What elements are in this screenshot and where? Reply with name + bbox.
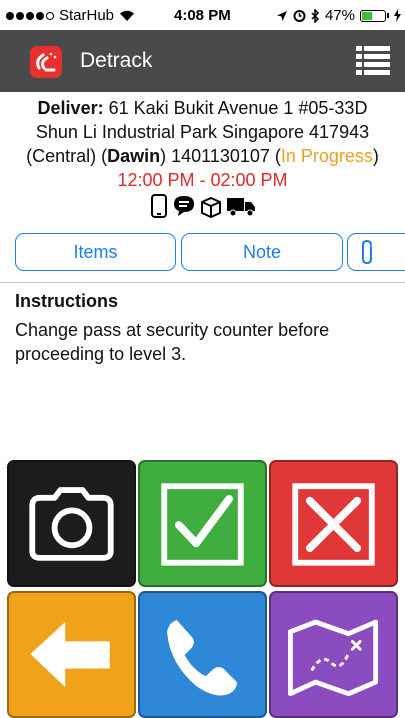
list-menu-icon[interactable] bbox=[356, 46, 390, 76]
camera-icon bbox=[29, 487, 114, 561]
map-icon bbox=[287, 619, 379, 697]
camera-tile[interactable] bbox=[7, 460, 136, 587]
action-tiles bbox=[0, 458, 405, 718]
fail-tile[interactable] bbox=[269, 460, 398, 587]
chat-icon bbox=[173, 196, 194, 216]
map-tile[interactable] bbox=[269, 591, 398, 718]
signal-icon bbox=[6, 11, 54, 20]
detrack-logo-icon bbox=[30, 46, 62, 78]
cross-icon bbox=[292, 483, 375, 566]
package-icon bbox=[200, 197, 221, 218]
delivery-address: 61 Kaki Bukit Avenue 1 #05-33D bbox=[103, 98, 368, 118]
charging-icon bbox=[394, 9, 401, 22]
items-label: Items bbox=[73, 242, 118, 262]
driver-name: Dawin bbox=[107, 146, 161, 166]
call-tile[interactable] bbox=[138, 591, 267, 718]
carrier-group: StarHub bbox=[6, 7, 135, 24]
action-row: Items Note bbox=[0, 233, 405, 273]
status-close: ) bbox=[372, 146, 379, 166]
address-line-1: Deliver: 61 Kaki Bukit Avenue 1 #05-33D bbox=[0, 96, 405, 120]
instructions-title: Instructions bbox=[15, 291, 119, 311]
note-label: Note bbox=[242, 242, 282, 262]
job-meta-line: (Central) (Dawin) 1401130107 (In Progres… bbox=[0, 144, 405, 168]
phone-icon bbox=[150, 194, 167, 218]
checkmark-icon bbox=[161, 483, 244, 566]
delivery-info: Deliver: 61 Kaki Bukit Avenue 1 #05-33D … bbox=[0, 96, 405, 218]
bluetooth-icon bbox=[311, 8, 320, 23]
attachment-button[interactable] bbox=[347, 233, 405, 271]
app-title: Detrack bbox=[80, 49, 153, 72]
status-bar: StarHub 4:08 PM 47% bbox=[0, 0, 405, 30]
zone-label: (Central) ( bbox=[26, 146, 108, 166]
wifi-icon bbox=[120, 10, 135, 21]
phone-call-icon bbox=[167, 620, 237, 696]
time-window: 12:00 PM - 02:00 PM bbox=[117, 170, 288, 190]
back-arrow-icon bbox=[30, 622, 110, 687]
carrier-name: StarHub bbox=[59, 7, 115, 24]
back-tile[interactable] bbox=[7, 591, 136, 718]
app-header: Detrack bbox=[0, 30, 405, 92]
battery-level bbox=[362, 11, 372, 20]
note-button[interactable]: Note bbox=[181, 233, 343, 271]
clock-time: 4:08 PM bbox=[174, 7, 231, 24]
battery-percent: 47% bbox=[324, 7, 355, 24]
system-indicators: 47% bbox=[276, 7, 401, 24]
complete-tile[interactable] bbox=[138, 460, 267, 587]
tracking-number: ) 1401130107 ( bbox=[160, 146, 281, 166]
delivery-type-label: Deliver: bbox=[37, 98, 104, 118]
battery-icon bbox=[360, 9, 389, 22]
status-badge: In Progress bbox=[280, 146, 373, 166]
location-arrow-icon bbox=[276, 10, 287, 21]
divider bbox=[0, 282, 405, 283]
instructions-text: Change pass at security counter before p… bbox=[15, 320, 330, 364]
paperclip-icon bbox=[362, 239, 372, 265]
address-line-2: Shun Li Industrial Park Singapore 417943 bbox=[35, 122, 370, 142]
truck-icon bbox=[226, 198, 255, 217]
status-icons bbox=[0, 194, 405, 218]
items-button[interactable]: Items bbox=[15, 233, 176, 271]
alarm-icon bbox=[293, 10, 306, 22]
